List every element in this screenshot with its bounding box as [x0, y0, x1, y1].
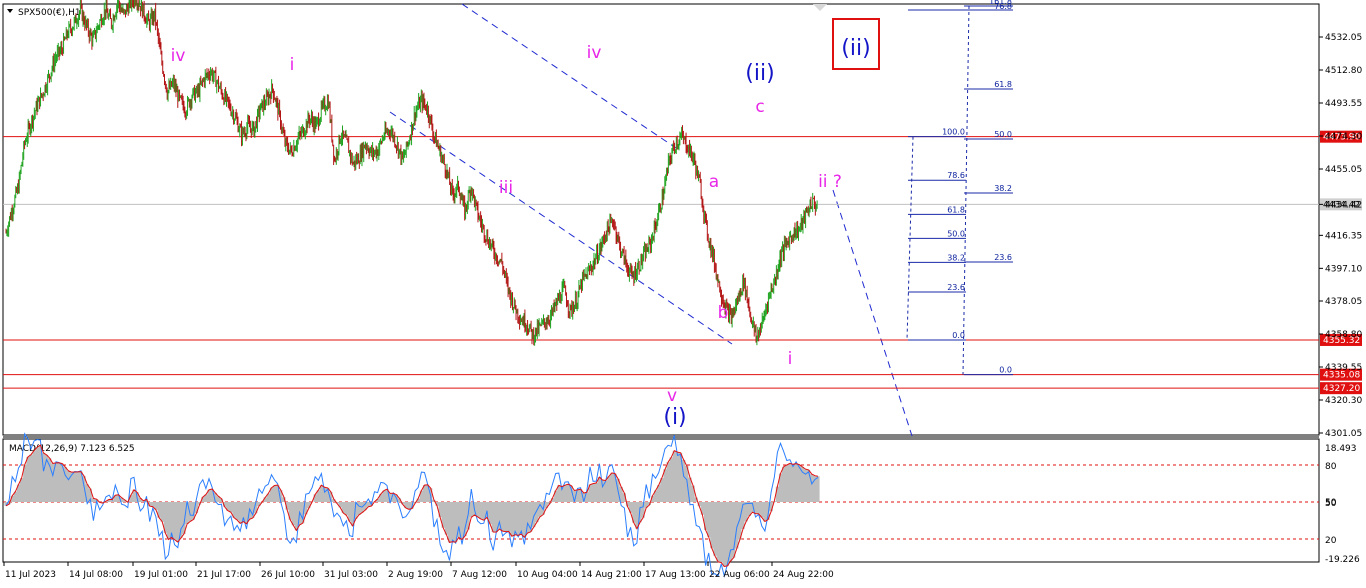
macd-indicator-label: MACD(12,26,9) 7.123 6.525 — [9, 444, 135, 454]
fib-extension-label: 38.2 — [994, 184, 1012, 193]
fib-extension-label: 61.8 — [994, 80, 1012, 89]
price-tick-label: 4378.05 — [1325, 297, 1362, 307]
time-tick-label: 14 Jul 08:00 — [69, 570, 123, 580]
wave-label[interactable]: a — [709, 172, 719, 192]
wave-label[interactable]: c — [755, 97, 764, 117]
macd-tick-label: -19.226 — [1325, 555, 1360, 565]
wave-label[interactable]: (ii) — [841, 36, 870, 61]
wave-label[interactable]: b — [718, 303, 729, 323]
time-tick-label: 2 Aug 19:00 — [388, 570, 443, 580]
wave-label[interactable]: iv — [587, 43, 602, 63]
macd-tick-label: 50 — [1325, 499, 1337, 509]
time-tick-label: 19 Jul 01:00 — [134, 570, 188, 580]
wave-label[interactable]: ii ? — [818, 172, 842, 192]
wave-label[interactable]: iii — [499, 178, 513, 198]
fib-level-label: 78.6 — [947, 171, 965, 180]
macd-tick-label: 18.493 — [1325, 444, 1357, 454]
price-tick-label: 4339.55 — [1325, 363, 1362, 373]
time-tick-label: 10 Aug 04:00 — [517, 570, 578, 580]
price-tick-label: 4301.05 — [1325, 429, 1362, 439]
wave-label[interactable]: i — [290, 55, 295, 75]
time-tick-label: 17 Aug 13:00 — [645, 570, 706, 580]
time-tick-label: 21 Jul 17:00 — [197, 570, 251, 580]
time-tick-label: 14 Aug 21:00 — [581, 570, 642, 580]
time-tick-label: 11 Jul 2023 — [5, 570, 56, 580]
time-tick-label: 24 Aug 22:00 — [773, 570, 834, 580]
price-tick-label: 4416.35 — [1325, 231, 1362, 241]
fib-extension-label: 23.6 — [994, 253, 1012, 262]
fib-level-label: 100.0 — [942, 128, 965, 137]
time-tick-label: 31 Jul 03:00 — [324, 570, 378, 580]
fib-level-label: 23.6 — [947, 283, 965, 292]
price-tick-label: 4434.42 — [1325, 200, 1362, 210]
price-level-label: 4327.20 — [1323, 384, 1360, 394]
wave-label[interactable]: (i) — [663, 405, 686, 430]
price-tick-label: 4474.30 — [1325, 132, 1362, 142]
price-tick-label: 4512.80 — [1325, 66, 1362, 76]
time-tick-label: 26 Jul 10:00 — [261, 570, 315, 580]
price-tick-label: 4320.30 — [1325, 396, 1362, 406]
fib-extension-extra-label: 76.8 — [994, 2, 1012, 11]
wave-label[interactable]: (ii) — [745, 61, 774, 86]
chart-canvas[interactable]: SPX500(€),H1 MACD(12,26,9) 7.123 6.525 4… — [0, 0, 1366, 588]
wave-label[interactable]: i — [788, 349, 793, 369]
macd-tick-label: 80 — [1325, 462, 1337, 472]
wave-label[interactable]: iv — [171, 46, 186, 66]
price-tick-label: 4397.10 — [1325, 264, 1362, 274]
macd-tick-label: 20 — [1325, 536, 1337, 546]
price-tick-label: 4532.05 — [1325, 33, 1362, 43]
price-tick-label: 4358.80 — [1325, 330, 1362, 340]
fib-extension-label: 0.0 — [999, 366, 1012, 375]
fib-level-label: 38.2 — [947, 253, 965, 262]
time-tick-label: 22 Aug 06:00 — [709, 570, 770, 580]
symbol-label: SPX500(€),H1 — [18, 8, 81, 18]
time-tick-label: 7 Aug 12:00 — [452, 570, 507, 580]
wave-label[interactable]: v — [667, 386, 677, 406]
price-tick-label: 4493.55 — [1325, 99, 1362, 109]
fib-level-label: 50.0 — [947, 229, 965, 238]
fib-level-label: 61.8 — [947, 205, 965, 214]
price-tick-label: 4455.05 — [1325, 165, 1362, 175]
fib-extension-label: 50.0 — [994, 130, 1012, 139]
